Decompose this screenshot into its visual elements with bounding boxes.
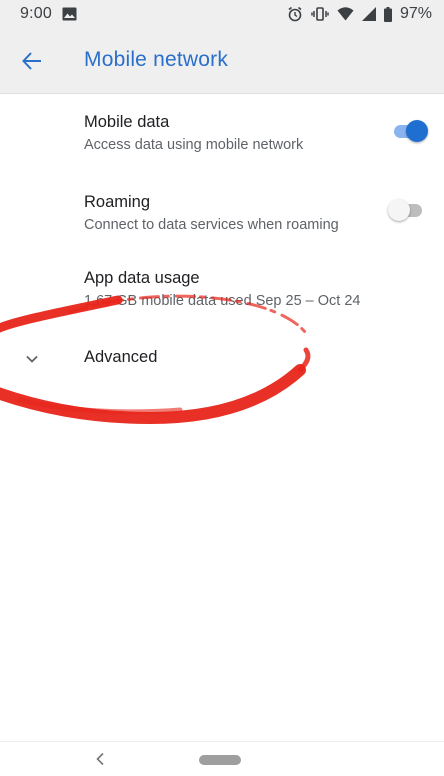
back-button[interactable] <box>18 47 46 75</box>
setting-mobile-data[interactable]: Mobile data Access data using mobile net… <box>0 96 444 188</box>
mobile-data-toggle[interactable] <box>390 120 430 142</box>
status-bar: 9:00 97% <box>0 0 444 28</box>
setting-title: Mobile data <box>84 113 170 131</box>
status-left: 9:00 <box>20 5 77 23</box>
vibrate-icon <box>311 6 329 22</box>
battery-percent: 97% <box>399 5 432 22</box>
setting-advanced[interactable]: Advanced <box>0 330 444 386</box>
battery-icon <box>383 6 392 22</box>
arrow-back-icon <box>22 52 41 70</box>
signal-icon <box>361 7 376 21</box>
chevron-down-icon <box>22 349 42 369</box>
setting-title: Advanced <box>84 348 158 366</box>
status-right: 97% <box>287 5 432 23</box>
setting-title: Roaming <box>84 193 151 211</box>
setting-roaming[interactable]: Roaming Connect to data services when ro… <box>0 188 444 273</box>
status-time: 9:00 <box>20 5 52 22</box>
setting-summary: 1.67 GB mobile data used Sep 25 – Oct 24 <box>84 293 361 309</box>
wifi-icon <box>337 7 354 21</box>
setting-summary: Access data using mobile network <box>84 137 304 153</box>
setting-app-data-usage[interactable]: App data usage 1.67 GB mobile data used … <box>0 266 444 326</box>
toggle-thumb <box>388 199 410 221</box>
toggle-thumb <box>406 120 428 142</box>
setting-summary: Connect to data services when roaming <box>84 217 339 233</box>
roaming-toggle[interactable] <box>388 199 428 221</box>
home-pill-icon[interactable] <box>199 755 241 765</box>
nav-back-icon[interactable] <box>92 750 108 768</box>
app-bar: Mobile network <box>0 28 444 94</box>
setting-title: App data usage <box>84 269 200 287</box>
image-icon <box>62 7 77 21</box>
page-title: Mobile network <box>84 48 229 71</box>
navigation-bar <box>0 741 444 776</box>
alarm-icon <box>287 6 303 22</box>
